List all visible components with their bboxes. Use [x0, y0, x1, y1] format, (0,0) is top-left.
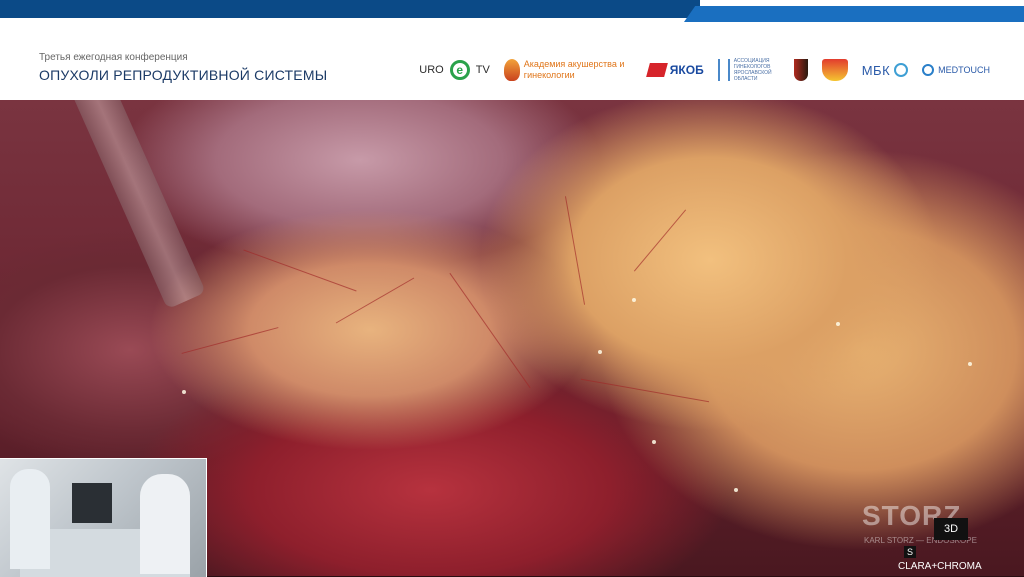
crest-icon [821, 59, 848, 81]
vessel [335, 277, 415, 324]
sponsor-logos: URO e TV Академия акушерства и гинеколог… [419, 56, 990, 84]
top-banner-stripe-right [684, 6, 1024, 22]
top-banner-stripe-left [0, 0, 700, 18]
vessel [580, 378, 710, 403]
urotv-logo: URO e TV [419, 60, 490, 80]
vessel [633, 209, 687, 272]
mbk-logo-text: МБК [861, 62, 891, 78]
conference-subtitle: Третья ежегодная конференция [39, 52, 188, 63]
medtouch-logo-text: MEDTOUCH [938, 65, 990, 75]
monitor [72, 483, 112, 523]
urotv-logo-right: TV [475, 64, 490, 76]
surgical-instrument [70, 100, 206, 310]
vessel [181, 327, 279, 354]
association-logo-text: АССОЦИАЦИЯ ГИНЕКОЛОГОВ ЯРОСЛАВСКОЙ ОБЛАС… [733, 58, 772, 82]
gloss-highlight [734, 488, 738, 492]
surgeon-figure [10, 469, 50, 569]
gloss-highlight [598, 350, 602, 354]
gloss-highlight [652, 440, 656, 444]
association-logo: АССОЦИАЦИЯ ГИНЕКОЛОГОВ ЯРОСЛАВСКОЙ ОБЛАС… [717, 58, 780, 82]
vessel [564, 196, 586, 305]
heraldic-shield-logo [793, 59, 808, 81]
yakob-logo: ЯКОБ [645, 63, 704, 77]
academy-logo-text: Академия акушерства и гинекологии [523, 59, 625, 80]
molecule-icon [894, 63, 909, 77]
medtouch-logo: MEDTOUCH [922, 64, 990, 76]
clara-chroma-label: CLARA+CHROMA [898, 561, 982, 572]
mbk-logo: МБК [861, 62, 909, 78]
dna-icon [717, 59, 730, 81]
shield-icon [793, 59, 808, 81]
yakob-logo-text: ЯКОБ [669, 63, 704, 77]
urotv-logo-left: URO [419, 64, 444, 76]
gloss-highlight [836, 322, 840, 326]
conference-title: ОПУХОЛИ РЕПРОДУКТИВНОЙ СИСТЕМЫ [39, 67, 328, 83]
urotv-logo-e: e [449, 60, 470, 80]
academy-emblem-icon [503, 59, 520, 81]
academy-logo: Академия акушерства и гинекологии [503, 59, 634, 81]
3d-badge: 3D [934, 518, 968, 540]
s-icon: S [904, 546, 916, 558]
gloss-highlight [632, 298, 636, 302]
gloss-highlight [968, 362, 972, 366]
yakob-emblem-icon [645, 63, 668, 77]
medtouch-icon [922, 64, 935, 76]
top-banner [0, 0, 1024, 24]
city-crest-logo [821, 59, 848, 81]
conference-header: Третья ежегодная конференция ОПУХОЛИ РЕП… [0, 24, 1024, 101]
operating-room-camera[interactable] [0, 458, 207, 577]
vessel [449, 272, 531, 389]
vessel [243, 249, 357, 292]
gloss-highlight [182, 390, 186, 394]
assistant-figure [140, 474, 190, 574]
